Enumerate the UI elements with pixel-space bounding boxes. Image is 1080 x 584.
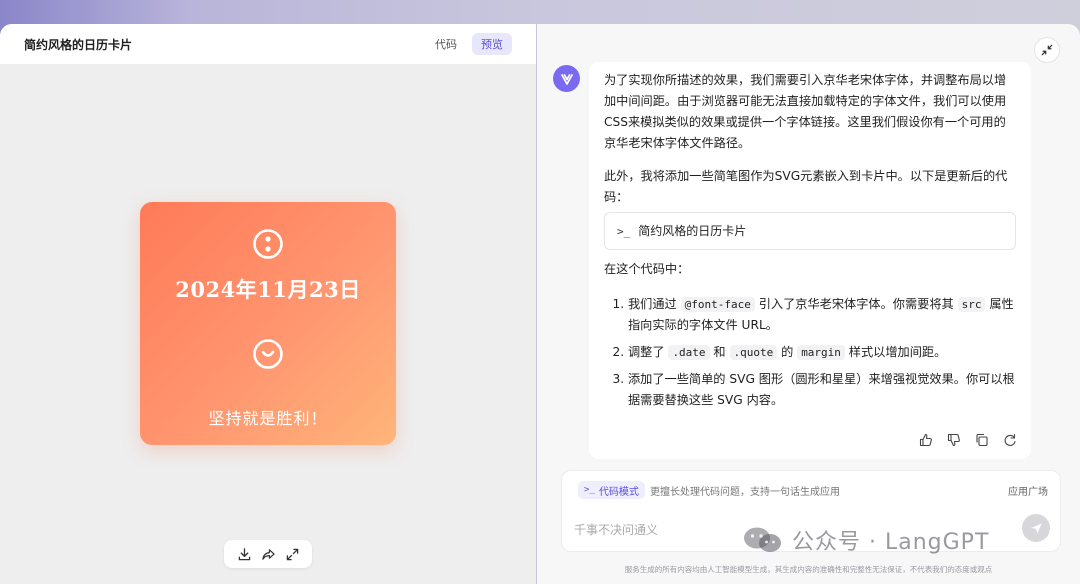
thumbs-down-icon[interactable] [947, 433, 961, 447]
preview-panel: 简约风格的日历卡片 代码 预览 2024年11月23日 坚持就是胜利！ [0, 24, 536, 584]
circle-icon [253, 229, 283, 259]
send-icon [1030, 522, 1042, 534]
bot-avatar [553, 65, 580, 92]
watermark-text: 公众号 · LangGPT [792, 530, 990, 555]
collapse-icon [1041, 44, 1053, 56]
view-toggle: 代码 预览 [426, 33, 512, 55]
message-paragraph: 为了实现你所描述的效果，我们需要引入京华老宋体字体，并调整布局以增加中间间距。由… [604, 73, 1007, 150]
list-item: 我们通过 @font-face 引入了京华老宋体字体。你需要将其 src 属性指… [628, 294, 1016, 336]
fullscreen-icon[interactable] [284, 546, 300, 562]
copy-icon[interactable] [975, 433, 989, 447]
disclaimer: 服务生成的所有内容均由人工智能模型生成，其生成内容的准确性和完整性无法保证，不代… [624, 565, 993, 574]
tab-preview[interactable]: 预览 [472, 33, 512, 55]
message-actions [919, 433, 1017, 447]
terminal-icon: >_ [617, 224, 631, 238]
thumbs-up-icon[interactable] [919, 433, 933, 447]
download-icon[interactable] [236, 546, 252, 562]
calendar-date: 2024年11月23日 [175, 277, 361, 302]
preview-title: 简约风格的日历卡片 [24, 37, 133, 52]
code-artifact-chip[interactable]: >_ 简约风格的日历卡片 [604, 212, 1016, 250]
message-paragraph: 在这个代码中： [604, 262, 690, 276]
list-item: 调整了 .date 和 .quote 的 margin 样式以增加间距。 [628, 342, 1016, 363]
preview-toolbar [224, 540, 312, 568]
inline-code: src [957, 297, 986, 312]
code-artifact-label: 简约风格的日历卡片 [638, 223, 747, 238]
share-icon[interactable] [260, 546, 276, 562]
bot-logo-icon [560, 73, 573, 85]
inline-code: margin [797, 345, 845, 360]
watermark: 公众号 · LangGPT [742, 522, 989, 558]
chat-panel: 为了实现你所描述的效果，我们需要引入京华老宋体字体，并调整布局以增加中间间距。由… [537, 24, 1080, 584]
code-mode-description: 更擅长处理代码问题，支持一句话生成应用 [650, 487, 840, 498]
message-paragraph: 此外，我将添加一些简笔图作为SVG元素嵌入到卡片中。以下是更新后的代码： [604, 169, 1008, 204]
assistant-message: 为了实现你所描述的效果，我们需要引入京华老宋体字体，并调整布局以增加中间间距。由… [589, 62, 1031, 459]
app-plaza-link[interactable]: 应用广场 [1008, 483, 1048, 498]
send-button[interactable] [1022, 514, 1050, 542]
terminal-icon: >_ [584, 485, 595, 495]
wechat-icon [744, 527, 781, 552]
window-top-strip [0, 0, 1080, 24]
calendar-quote: 坚持就是胜利！ [208, 409, 328, 428]
calendar-card: 2024年11月23日 坚持就是胜利！ [140, 202, 396, 445]
regenerate-icon[interactable] [1003, 433, 1017, 447]
inline-code: .date [668, 345, 710, 360]
preview-header: 简约风格的日历卡片 代码 预览 [0, 24, 536, 64]
inline-code: @font-face [680, 297, 755, 312]
tab-code[interactable]: 代码 [426, 33, 466, 55]
list-item: 添加了一些简单的 SVG 图形（圆形和星星）来增强视觉效果。你可以根据需要替换这… [628, 369, 1016, 411]
code-mode-chip[interactable]: >_ 代码模式 [578, 481, 645, 499]
smile-icon [253, 339, 283, 369]
inline-code: .quote [729, 345, 778, 360]
collapse-button[interactable] [1034, 37, 1060, 63]
message-list: 我们通过 @font-face 引入了京华老宋体字体。你需要将其 src 属性指… [604, 294, 1016, 411]
code-mode-label: 代码模式 [598, 486, 639, 498]
